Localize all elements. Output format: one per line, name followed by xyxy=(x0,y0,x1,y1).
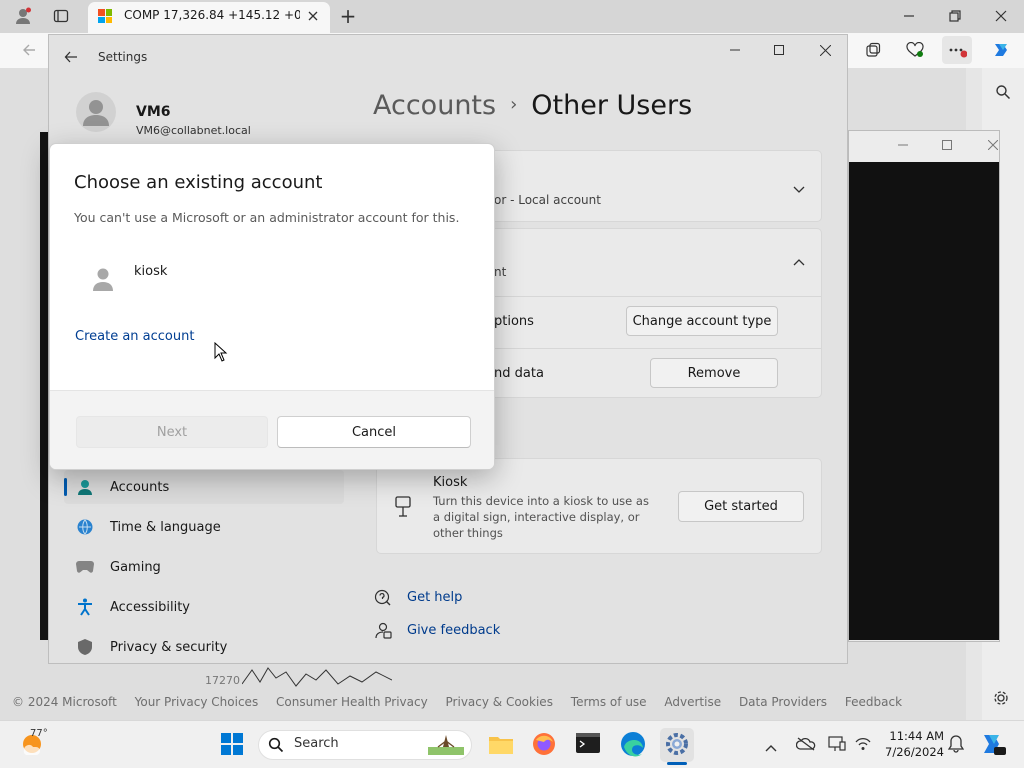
search-label: Search xyxy=(294,736,339,751)
restore-icon[interactable] xyxy=(940,2,970,30)
collections-icon[interactable] xyxy=(858,36,888,64)
sidebar-settings-icon[interactable] xyxy=(986,684,1016,712)
notification-bell-icon[interactable] xyxy=(947,735,965,757)
edge-running-indicator xyxy=(612,762,652,765)
settings-gear-icon xyxy=(665,732,689,760)
console-close-icon[interactable] xyxy=(978,131,1008,159)
next-button[interactable]: Next xyxy=(76,416,268,448)
footer-privacy-cookies[interactable]: Privacy & Cookies xyxy=(446,695,553,709)
console-maximize-icon[interactable] xyxy=(932,131,962,159)
chart-tick-label: 17270 xyxy=(205,674,240,687)
display-icon[interactable] xyxy=(828,736,846,756)
search-highlight-icon xyxy=(428,733,464,759)
page-footer: © 2024 Microsoft Your Privacy Choices Co… xyxy=(12,695,916,709)
firefox-icon[interactable] xyxy=(532,732,556,760)
terminal-icon[interactable] xyxy=(576,732,600,758)
console-output xyxy=(849,162,999,640)
dialog-title: Choose an existing account xyxy=(74,172,323,193)
clock-date[interactable]: 7/26/2024 xyxy=(884,745,944,759)
create-account-link[interactable]: Create an account xyxy=(75,329,194,344)
tab-title: COMP 17,326.84 +145.12 +0.84% xyxy=(124,8,300,22)
profile-icon[interactable] xyxy=(8,2,38,30)
browser-essentials-icon[interactable] xyxy=(900,36,930,64)
dialog-subtitle: You can't use a Microsoft or an administ… xyxy=(74,210,460,225)
copilot-icon[interactable] xyxy=(986,36,1016,64)
onedrive-icon[interactable] xyxy=(795,736,816,755)
copilot-taskbar-icon[interactable] xyxy=(980,732,1006,760)
footer-copyright: © 2024 Microsoft xyxy=(12,695,117,709)
microsoft-logo-icon xyxy=(98,9,112,23)
edge-icon[interactable] xyxy=(620,731,646,761)
footer-privacy-choices[interactable]: Your Privacy Choices xyxy=(135,695,259,709)
start-icon[interactable] xyxy=(220,732,244,760)
chevron-up-tray-icon[interactable] xyxy=(764,738,778,757)
account-avatar-icon[interactable] xyxy=(88,264,118,294)
close-window-icon[interactable] xyxy=(986,2,1016,30)
cancel-button[interactable]: Cancel xyxy=(277,416,471,448)
account-option-kiosk[interactable]: kiosk xyxy=(134,264,167,279)
search-icon xyxy=(268,737,284,757)
clock-time[interactable]: 11:44 AM xyxy=(888,729,944,743)
stock-chart-fragment xyxy=(241,664,393,690)
file-explorer-icon[interactable] xyxy=(488,733,514,759)
mouse-cursor-icon xyxy=(214,341,228,366)
sidebar-search-icon[interactable] xyxy=(988,78,1018,106)
settings-active-indicator xyxy=(667,762,687,765)
close-tab-icon[interactable] xyxy=(298,2,328,30)
footer-terms[interactable]: Terms of use xyxy=(571,695,647,709)
choose-account-dialog: Choose an existing account You can't use… xyxy=(49,143,495,470)
footer-feedback[interactable]: Feedback xyxy=(845,695,902,709)
more-options-icon[interactable] xyxy=(942,36,972,64)
footer-advertise[interactable]: Advertise xyxy=(664,695,721,709)
new-tab-button[interactable]: + xyxy=(333,2,363,30)
footer-data-providers[interactable]: Data Providers xyxy=(739,695,827,709)
minimize-icon[interactable] xyxy=(894,2,924,30)
back-arrow-icon[interactable] xyxy=(14,36,44,64)
console-minimize-icon[interactable] xyxy=(888,131,918,159)
footer-consumer-health[interactable]: Consumer Health Privacy xyxy=(276,695,428,709)
weather-temperature: 77° xyxy=(30,728,48,739)
network-icon[interactable] xyxy=(854,736,872,756)
tab-actions-icon[interactable] xyxy=(46,2,76,30)
